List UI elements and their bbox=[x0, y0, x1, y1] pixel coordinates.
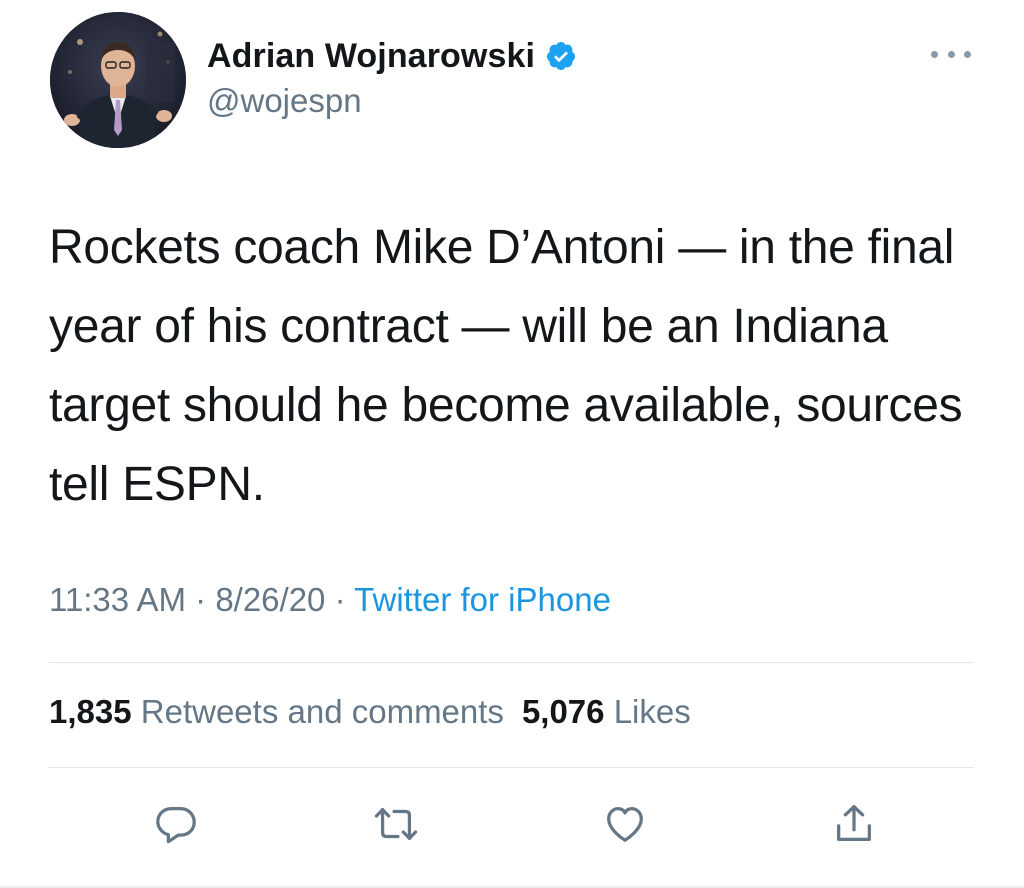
tweet-time: 11:33 AM bbox=[49, 581, 186, 618]
tweet-source-link[interactable]: Twitter for iPhone bbox=[354, 581, 611, 618]
retweets-count: 1,835 bbox=[49, 693, 132, 730]
tweet-meta: 11:33 AM · 8/26/20 · Twitter for iPhone bbox=[49, 581, 611, 619]
tweet-detail: Adrian Wojnarowski @wojespn Rockets coac… bbox=[0, 0, 1024, 888]
likes-count: 5,076 bbox=[521, 693, 605, 730]
meta-separator: · bbox=[185, 581, 216, 618]
more-options-icon[interactable] bbox=[931, 44, 971, 64]
likes-label: Likes bbox=[613, 693, 691, 730]
meta-separator: · bbox=[325, 581, 355, 618]
author-handle[interactable]: @wojespn bbox=[207, 82, 362, 120]
author-name-row[interactable]: Adrian Wojnarowski bbox=[207, 34, 577, 78]
retweet-icon bbox=[374, 807, 418, 841]
tweet-actions bbox=[0, 796, 1024, 852]
retweets-label: Retweets and comments bbox=[140, 693, 504, 730]
like-icon bbox=[607, 807, 643, 842]
retweets-stat[interactable]: 1,835 Retweets and comments bbox=[49, 693, 504, 730]
share-icon bbox=[837, 805, 871, 841]
reply-icon bbox=[156, 807, 196, 844]
tweet-text: Rockets coach Mike D’Antoni — in the fin… bbox=[49, 221, 963, 511]
tweet-date: 8/26/20 bbox=[215, 581, 326, 618]
avatar[interactable] bbox=[50, 12, 186, 148]
like-button[interactable] bbox=[597, 796, 653, 852]
divider bbox=[49, 662, 974, 663]
divider bbox=[49, 767, 974, 768]
share-button[interactable] bbox=[826, 796, 882, 852]
verified-badge-icon bbox=[547, 42, 576, 70]
likes-stat[interactable]: 5,076 Likes bbox=[522, 693, 691, 730]
profile-photo bbox=[50, 12, 186, 148]
tweet-stats: 1,835 Retweets and comments 5,076 Likes bbox=[49, 693, 691, 731]
author-display-name[interactable]: Adrian Wojnarowski bbox=[207, 37, 535, 76]
retweet-button[interactable] bbox=[368, 796, 424, 852]
reply-button[interactable] bbox=[148, 796, 204, 852]
